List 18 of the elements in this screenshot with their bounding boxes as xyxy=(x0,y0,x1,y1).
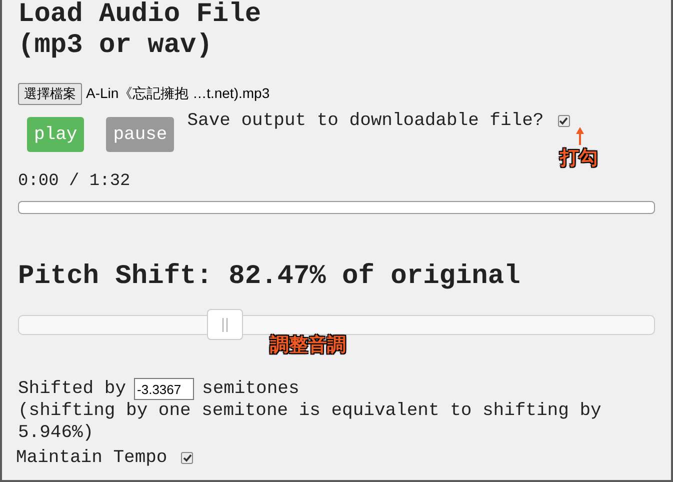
save-output-label: Save output to downloadable file? xyxy=(187,111,544,131)
page-title: Load Audio File xyxy=(18,0,262,31)
choose-file-button[interactable]: 選擇檔案 xyxy=(18,83,82,105)
checkbox[interactable] xyxy=(558,115,570,127)
semitone-note: (shifting by one semitone is equivalent to shifting by 5.946%) xyxy=(18,400,602,444)
file-name: A-Lin《忘記擁抱 …t.net).mp3 xyxy=(86,85,270,103)
shifted-by-label: Shifted by xyxy=(18,379,126,399)
checkbox[interactable] xyxy=(181,452,194,464)
semitones-label: semitones xyxy=(202,379,300,399)
page-title: (mp3 or wav) xyxy=(18,31,214,62)
annotation-label: 調整音調 xyxy=(270,333,346,358)
pitch-heading: Pitch Shift: 82.47% of original xyxy=(18,262,522,292)
time-display: 0:00 / 1:32 xyxy=(18,172,132,191)
semitones-input[interactable]: -3.3367 xyxy=(134,378,194,400)
maintain-tempo-label: Maintain Tempo xyxy=(16,448,168,468)
annotation-label: 打勾 xyxy=(560,146,598,171)
slider-thumb[interactable] xyxy=(207,309,244,340)
annotation-arrow xyxy=(575,127,585,145)
